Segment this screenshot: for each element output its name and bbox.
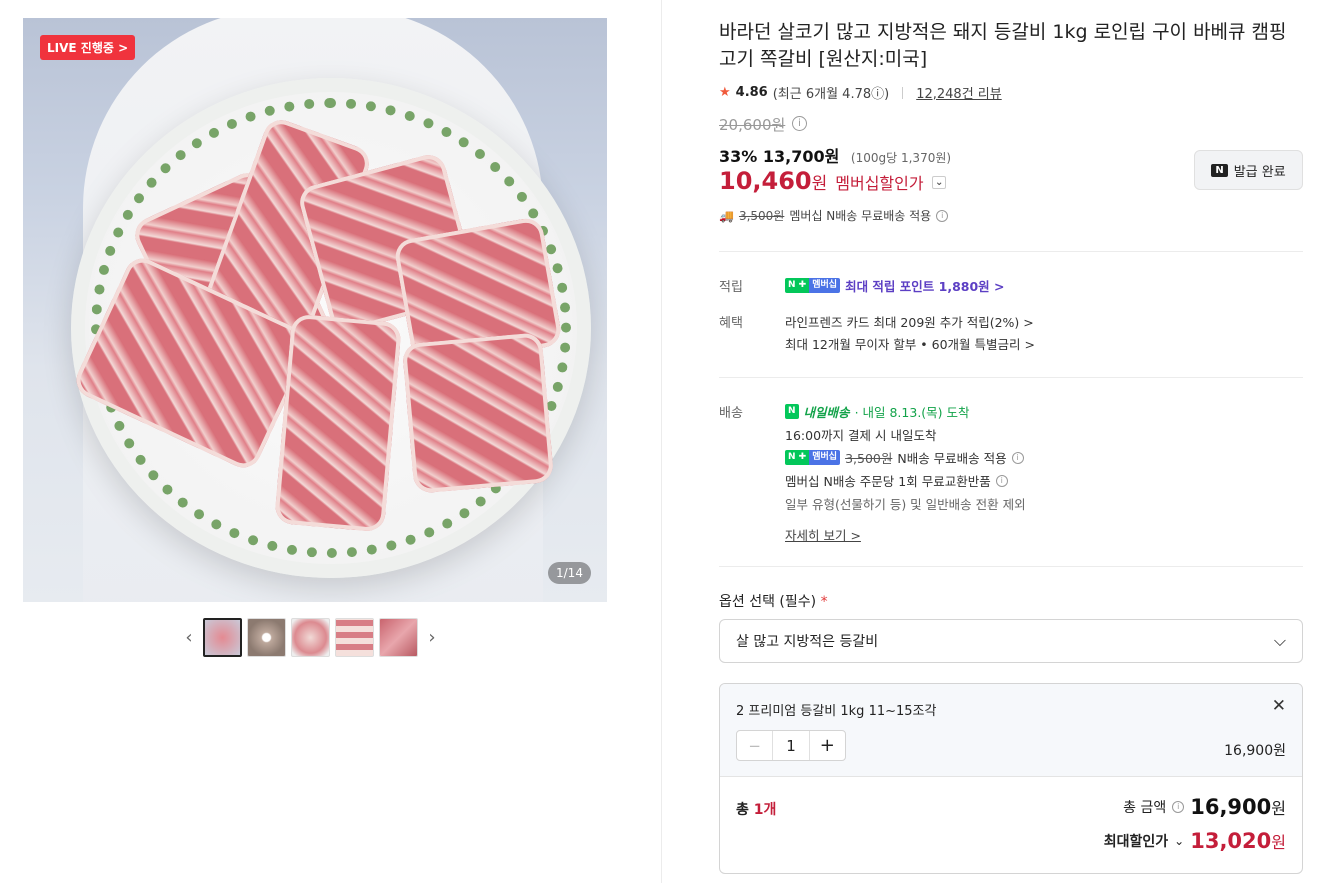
sale-price-row: 33% 13,700원 (100g당 1,370원) xyxy=(719,143,951,167)
star-icon: ★ xyxy=(719,85,731,100)
divider xyxy=(902,86,904,99)
option-selected-value: 살 많고 지방적은 등갈비 xyxy=(736,634,879,650)
member-price-label: 멤버십할인가 xyxy=(835,174,924,193)
option-label: 옵션 선택 (필수) * xyxy=(719,591,828,611)
required-mark: * xyxy=(820,594,828,610)
points-label: 적립 xyxy=(719,280,743,295)
see-more-link[interactable]: 자세히 보기 > xyxy=(785,525,861,544)
total-count-value: 1개 xyxy=(753,802,777,818)
original-price: 20,600원 xyxy=(719,116,786,134)
benefit-card[interactable]: 라인프렌즈 카드 최대 209원 추가 적립(2%) > xyxy=(785,312,1034,331)
rating-value: 4.86 xyxy=(735,85,768,100)
quantity-stepper: − 1 + xyxy=(736,730,846,761)
chevron-down-icon[interactable]: ⌄ xyxy=(931,175,947,189)
thumbnail[interactable] xyxy=(335,618,374,657)
review-count-link[interactable]: 12,248건 리뷰 xyxy=(916,83,1002,102)
max-points[interactable]: 최대 적립 포인트 1,880원 > xyxy=(845,276,1004,295)
naver-n-icon: N xyxy=(1211,163,1228,177)
info-icon[interactable]: i xyxy=(792,116,807,131)
info-icon[interactable]: i xyxy=(1011,451,1024,464)
gallery-panel: LIVE 진행중 > 1/14 ‹ › xyxy=(0,0,662,883)
total-amount: 16,900 xyxy=(1190,795,1272,819)
tomorrow-delivery-badge: N xyxy=(785,404,799,419)
member-price-unit: 원 xyxy=(811,174,828,194)
close-icon[interactable]: ✕ xyxy=(1272,696,1286,716)
coupon-issued-button[interactable]: N 발급 완료 xyxy=(1194,150,1303,190)
image-counter: 1/14 xyxy=(548,562,591,584)
delivery-exclusion: 일부 유형(선물하기 등) 및 일반배송 전환 제외 xyxy=(785,497,1026,512)
option-label-text: 옵션 선택 (필수) xyxy=(719,594,817,610)
benefit-label: 혜택 xyxy=(719,316,743,331)
option-select[interactable]: 살 많고 지방적은 등갈비 ⌵ xyxy=(719,619,1303,663)
thumbnail[interactable] xyxy=(291,618,330,657)
product-title: 바라던 살코기 많고 지방적은 돼지 등갈비 1kg 로인립 구이 바베큐 캠핑… xyxy=(719,21,1287,70)
naver-plus-membership-badge: N ✚ 멤버십 xyxy=(785,278,841,293)
chevron-down-icon: ⌵ xyxy=(1273,631,1286,650)
meat-piece xyxy=(274,313,402,533)
product-main-image[interactable] xyxy=(23,18,607,602)
coupon-button-label: 발급 완료 xyxy=(1233,164,1286,180)
info-icon[interactable]: i xyxy=(1172,801,1185,813)
selected-option-price: 16,900원 xyxy=(1224,743,1286,759)
delivery-label: 배송 xyxy=(719,406,743,421)
total-amount-label: 총 금액 xyxy=(1123,800,1167,816)
exchange-row: 멤버십 N배송 주문당 1회 무료교환반품 i xyxy=(785,471,1008,490)
delivery-fee-row: N ✚ 멤버십 3,500원 N배송 무료배송 적용 i xyxy=(785,448,1024,467)
thumbnail[interactable] xyxy=(379,618,418,657)
next-image-icon[interactable]: › xyxy=(423,627,441,648)
divider xyxy=(719,377,1303,378)
delivery-fee: 3,500원 xyxy=(845,451,893,466)
plus-button[interactable]: + xyxy=(808,731,845,760)
prev-image-icon[interactable]: ‹ xyxy=(180,627,198,648)
shipping-fee: 3,500원 xyxy=(738,209,785,223)
info-icon[interactable]: i xyxy=(936,209,949,222)
thumbnail[interactable] xyxy=(203,618,242,657)
thumbnail[interactable] xyxy=(247,618,286,657)
delivery-type: 내일배송 xyxy=(803,405,850,420)
quantity-value[interactable]: 1 xyxy=(773,731,808,760)
selected-option-name: 2 프리미엄 등갈비 1kg 11~15조각 xyxy=(736,704,937,719)
delivery-type-row: N 내일배송 · 내일 8.13.(목) 도착 xyxy=(785,402,970,421)
delivery-cutoff: 16:00까지 결제 시 내일도착 xyxy=(785,428,937,443)
divider xyxy=(719,566,1303,567)
minus-button[interactable]: − xyxy=(737,731,774,760)
total-section: 총 1개 총 금액 i 16,900원 최대할인가 ⌄ 13,020원 xyxy=(720,777,1302,873)
truck-icon: 🚚 xyxy=(719,208,734,223)
live-badge[interactable]: LIVE 진행중 > xyxy=(40,35,136,60)
benefit-installment[interactable]: 최대 12개월 무이자 할부 • 60개월 특별금리 > xyxy=(785,334,1035,353)
meat-piece xyxy=(401,332,555,494)
recent-rating[interactable]: (최근 6개월 4.78ⓘ) xyxy=(773,83,889,102)
chevron-down-icon[interactable]: ⌄ xyxy=(1174,834,1184,848)
divider xyxy=(719,251,1303,252)
shipping-row: 🚚 3,500원 멤버십 N배송 무료배송 적용 i xyxy=(719,207,949,224)
max-discount-amount: 13,020 xyxy=(1190,829,1272,853)
exchange-note: 멤버십 N배송 주문당 1회 무료교환반품 xyxy=(785,474,991,489)
thumbnail-strip: ‹ › xyxy=(180,618,441,657)
selected-option-item: 2 프리미엄 등갈비 1kg 11~15조각 ✕ − 1 + 16,900원 xyxy=(720,684,1302,777)
member-price: 10,460 xyxy=(719,167,812,195)
max-discount-row[interactable]: 최대할인가 ⌄ 13,020원 xyxy=(1104,829,1286,853)
total-amount-unit: 원 xyxy=(1271,799,1286,818)
points-row[interactable]: N ✚ 멤버십 최대 적립 포인트 1,880원 > xyxy=(785,276,1004,295)
total-count: 총 1개 xyxy=(736,799,776,819)
selected-options-box: 2 프리미엄 등갈비 1kg 11~15조각 ✕ − 1 + 16,900원 총… xyxy=(719,683,1303,874)
total-count-label: 총 xyxy=(736,802,754,818)
unit-price: (100g당 1,370원) xyxy=(850,151,952,165)
total-amount-row: 총 금액 i 16,900원 xyxy=(1123,795,1286,819)
member-price-row[interactable]: 10,460원 멤버십할인가 ⌄ xyxy=(719,167,947,195)
arrival-date: · 내일 8.13.(목) 도착 xyxy=(854,405,970,420)
discount-rate: 33% xyxy=(719,147,758,166)
sale-price: 13,700원 xyxy=(762,147,840,166)
delivery-fee-note: N배송 무료배송 적용 xyxy=(897,451,1007,466)
rating-row: ★ 4.86 (최근 6개월 4.78ⓘ) 12,248건 리뷰 xyxy=(719,83,1002,102)
max-discount-label: 최대할인가 xyxy=(1103,834,1169,850)
max-discount-unit: 원 xyxy=(1271,833,1286,852)
shipping-note: 멤버십 N배송 무료배송 적용 xyxy=(789,209,932,223)
info-icon[interactable]: i xyxy=(995,474,1008,487)
naver-plus-membership-badge: N ✚ 멤버십 xyxy=(785,450,841,465)
